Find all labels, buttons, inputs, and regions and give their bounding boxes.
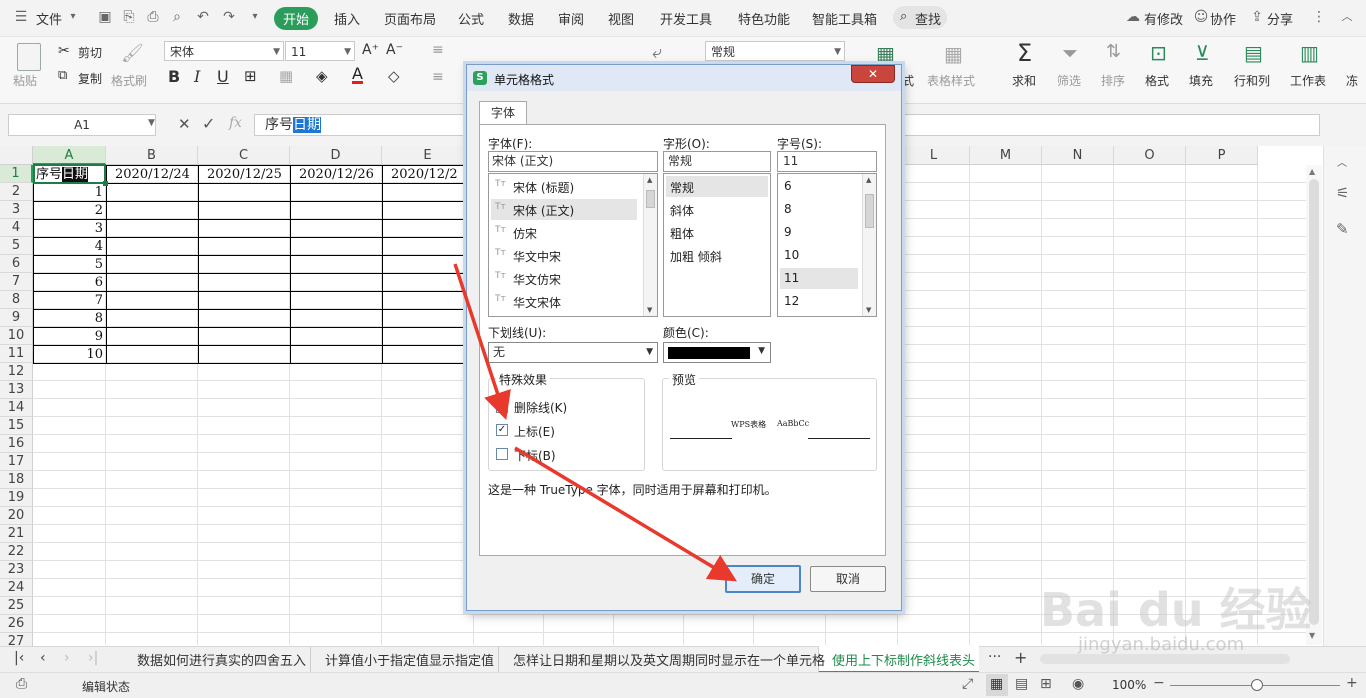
annotation-arrows <box>453 263 737 582</box>
arrow-to-ok-button <box>514 446 737 582</box>
arrow-to-checkbox <box>453 263 511 420</box>
